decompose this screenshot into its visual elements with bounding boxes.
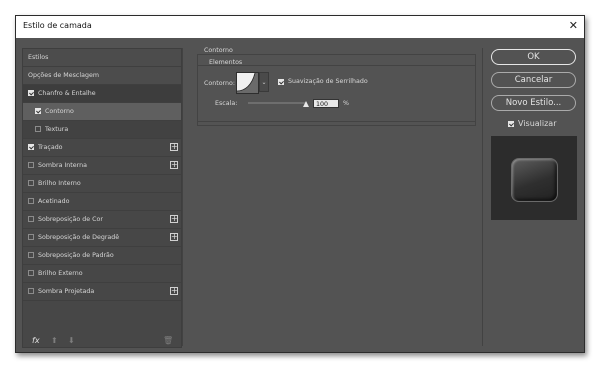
new-style-button[interactable]: Novo Estilo... — [491, 95, 576, 111]
satin-label: Acetinado — [38, 198, 70, 205]
antialias-checkbox[interactable] — [278, 79, 284, 85]
panel-divider — [182, 48, 183, 346]
style-item-outer-glow[interactable]: Brilho Externo — [23, 265, 181, 283]
style-item-inner-glow[interactable]: Brilho Interno — [23, 175, 181, 193]
fx-icon[interactable]: fx — [32, 336, 40, 345]
bevel-label: Chanfro & Entalhe — [38, 90, 96, 97]
styles-header[interactable]: Estilos — [23, 49, 181, 67]
contour-item-label: Contorno — [45, 108, 74, 115]
inner-shadow-label: Sombra Interna — [38, 162, 87, 169]
contour-curve-thumbnail[interactable] — [236, 72, 259, 94]
texture-checkbox[interactable] — [35, 126, 41, 132]
trash-icon[interactable]: 🗑 — [163, 336, 173, 345]
blending-options-item[interactable]: Opções de Mesclagem — [23, 67, 181, 85]
gradient-overlay-label: Sobreposição de Degradê — [38, 234, 120, 241]
inner-shadow-checkbox[interactable] — [28, 162, 34, 168]
range-slider-track[interactable] — [248, 102, 307, 104]
preview-label: Visualizar — [518, 119, 557, 128]
add-drop-shadow-icon[interactable]: + — [170, 287, 178, 295]
contour-checkbox[interactable] — [35, 108, 41, 114]
style-item-contour[interactable]: Contorno — [23, 103, 181, 121]
style-item-bevel[interactable]: Chanfro & Entalhe — [23, 85, 181, 103]
range-label: Escala: — [215, 100, 238, 107]
dialog-title: Estilo de camada — [23, 21, 92, 30]
stroke-checkbox[interactable] — [28, 144, 34, 150]
range-unit: % — [343, 100, 349, 107]
add-gradient-overlay-icon[interactable]: + — [170, 233, 178, 241]
color-overlay-label: Sobreposição de Cor — [38, 216, 103, 223]
move-up-icon[interactable]: ⬆ — [51, 336, 58, 345]
drop-shadow-label: Sombra Projetada — [38, 288, 95, 295]
pattern-overlay-label: Sobreposição de Padrão — [38, 252, 114, 259]
layer-style-dialog: Estilo de camada ✕ Estilos Opções de Mes… — [15, 15, 585, 353]
inner-glow-label: Brilho Interno — [38, 180, 81, 187]
style-item-texture[interactable]: Textura — [23, 121, 181, 139]
contour-label: Contorno: — [204, 80, 236, 87]
satin-checkbox[interactable] — [28, 198, 34, 204]
ok-button[interactable]: OK — [491, 49, 576, 65]
add-stroke-icon[interactable]: + — [170, 143, 178, 151]
contour-curve-icon — [237, 73, 258, 93]
pattern-overlay-checkbox[interactable] — [28, 252, 34, 258]
right-divider — [482, 48, 483, 346]
range-slider-handle[interactable] — [303, 101, 309, 107]
outer-glow-checkbox[interactable] — [28, 270, 34, 276]
outer-glow-label: Brilho Externo — [38, 270, 83, 277]
add-color-overlay-icon[interactable]: + — [170, 215, 178, 223]
contour-dropdown-chevron-icon[interactable]: ⌄ — [259, 72, 269, 92]
title-bar: Estilo de camada ✕ — [16, 16, 584, 38]
style-item-color-overlay[interactable]: Sobreposição de Cor + — [23, 211, 181, 229]
styles-header-label: Estilos — [28, 54, 49, 61]
antialias-label: Suavização de Serrilhado — [288, 78, 368, 85]
preview-checkbox[interactable] — [508, 121, 514, 127]
style-item-drop-shadow[interactable]: Sombra Projetada + — [23, 283, 181, 301]
elements-group-title: Elementos — [209, 59, 243, 66]
style-item-gradient-overlay[interactable]: Sobreposição de Degradê + — [23, 229, 181, 247]
style-item-pattern-overlay[interactable]: Sobreposição de Padrão — [23, 247, 181, 265]
texture-label: Textura — [45, 126, 69, 133]
preview-swatch — [511, 158, 558, 202]
cancel-button[interactable]: Cancelar — [491, 72, 576, 88]
move-down-icon[interactable]: ⬇ — [68, 336, 75, 345]
stroke-label: Traçado — [38, 144, 63, 151]
blending-options-label: Opções de Mesclagem — [28, 72, 99, 79]
close-icon[interactable]: ✕ — [569, 19, 578, 33]
style-item-satin[interactable]: Acetinado — [23, 193, 181, 211]
bevel-checkbox[interactable] — [28, 90, 34, 96]
drop-shadow-checkbox[interactable] — [28, 288, 34, 294]
style-item-inner-shadow[interactable]: Sombra Interna + — [23, 157, 181, 175]
gradient-overlay-checkbox[interactable] — [28, 234, 34, 240]
contour-group-title: Contorno — [204, 47, 233, 54]
color-overlay-checkbox[interactable] — [28, 216, 34, 222]
range-value-field[interactable]: 100 — [313, 99, 339, 108]
inner-glow-checkbox[interactable] — [28, 180, 34, 186]
add-inner-shadow-icon[interactable]: + — [170, 161, 178, 169]
style-preview — [491, 136, 577, 220]
style-item-stroke[interactable]: Traçado + — [23, 139, 181, 157]
styles-list: Estilos Opções de Mesclagem Chanfro & En… — [22, 48, 182, 348]
